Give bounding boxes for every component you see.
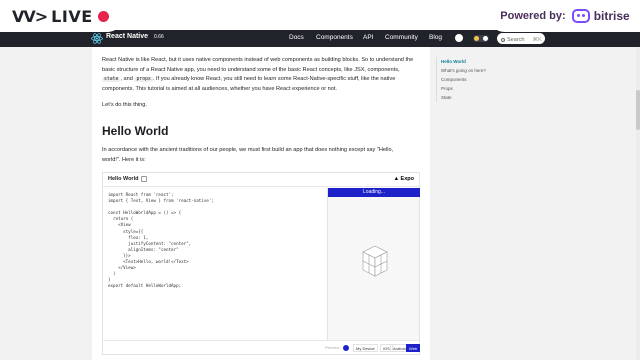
toc-item[interactable]: What's going on here? [441, 66, 486, 75]
snack-title: Hello World [108, 176, 139, 182]
stream-logo: VV> [12, 6, 48, 26]
powered-by-label: Powered by: [500, 10, 566, 22]
hello-line-2: world!". Here it is: [102, 156, 146, 163]
search-icon [501, 37, 505, 42]
expo-label: Expo [400, 176, 414, 182]
hello-paragraph: In accordance with the ancient tradition… [102, 146, 420, 165]
expo-link[interactable]: ▲ Expo [394, 176, 414, 182]
toc-item[interactable]: Components [441, 75, 486, 84]
intro-line-4: components. This tutorial is aimed at al… [102, 85, 337, 92]
search-shortcut: ⌘K [532, 36, 542, 43]
hello-line-1: In accordance with the ancient tradition… [102, 147, 394, 153]
live-label: LIVE [51, 6, 93, 26]
intro-line-1: React Native is like React, but it uses … [102, 57, 414, 63]
snack-cube-icon [362, 245, 388, 277]
page-heading: Hello World [102, 124, 169, 138]
version-dropdown[interactable]: 0.66 [154, 34, 164, 40]
theme-toggle[interactable] [473, 35, 489, 42]
table-of-contents: Hello World What's going on here? Componen… [436, 57, 486, 102]
preview-label: Preview [325, 345, 340, 350]
sponsor-name: bitrise [593, 9, 630, 23]
toc-sidebar: Hello World What's going on here? Componen… [430, 47, 640, 360]
doc-content: React Native is like React, but it uses … [92, 47, 430, 360]
nav-link-docs[interactable]: Docs [289, 34, 304, 41]
github-icon[interactable] [455, 34, 463, 42]
page-body: React Native is like React, but it uses … [0, 47, 640, 360]
code-line: export default HelloWorldApp; [108, 283, 182, 289]
nav-link-api[interactable]: API [363, 34, 373, 41]
code-editor[interactable]: import React from 'react'; import { Text,… [103, 188, 327, 340]
edit-icon[interactable] [141, 176, 147, 182]
device-preview[interactable]: Loading... [327, 188, 420, 340]
toc-item[interactable]: State [441, 93, 486, 102]
inline-code-props: props [134, 77, 153, 83]
site-navbar: React Native 0.66 Docs Components API Co… [0, 30, 640, 47]
lets-do-paragraph: Let's do this thing. [102, 102, 147, 108]
nav-link-components[interactable]: Components [316, 34, 353, 41]
snack-header: Hello World ▲ Expo [103, 173, 419, 187]
site-title[interactable]: React Native [106, 33, 148, 40]
intro-line-2: basic structure of a React Native app, y… [102, 66, 400, 73]
bitrise-logo-icon [571, 9, 590, 23]
platform-my-device[interactable]: My Device [353, 344, 378, 352]
inline-code-state: state [102, 77, 121, 83]
toc-item[interactable]: Props [441, 84, 486, 93]
live-indicator-icon [97, 10, 109, 22]
search-placeholder: Search [507, 36, 525, 43]
react-logo-icon[interactable] [91, 33, 103, 44]
nav-link-community[interactable]: Community [385, 34, 418, 41]
sponsor-badge: Powered by: bitrise [490, 0, 640, 32]
platform-web[interactable]: Web [406, 344, 421, 352]
intro-and: , and [120, 76, 133, 83]
toc-item[interactable]: Hello World [441, 57, 486, 66]
loading-banner: Loading... [328, 188, 420, 197]
scrollbar-thumb[interactable] [636, 90, 640, 130]
snack-footer: Preview My Device iOS Android Web [103, 340, 421, 354]
snack-embed: Hello World ▲ Expo import React from 're… [102, 172, 421, 355]
live-badge: VV> LIVE [0, 0, 122, 32]
intro-line-3: . If you already know React, you still n… [152, 76, 396, 83]
search-input[interactable]: Search ⌘K [497, 33, 545, 44]
preview-toggle[interactable] [343, 345, 349, 351]
nav-link-blog[interactable]: Blog [429, 34, 442, 41]
intro-paragraph: React Native is like React, but it uses … [102, 56, 420, 94]
